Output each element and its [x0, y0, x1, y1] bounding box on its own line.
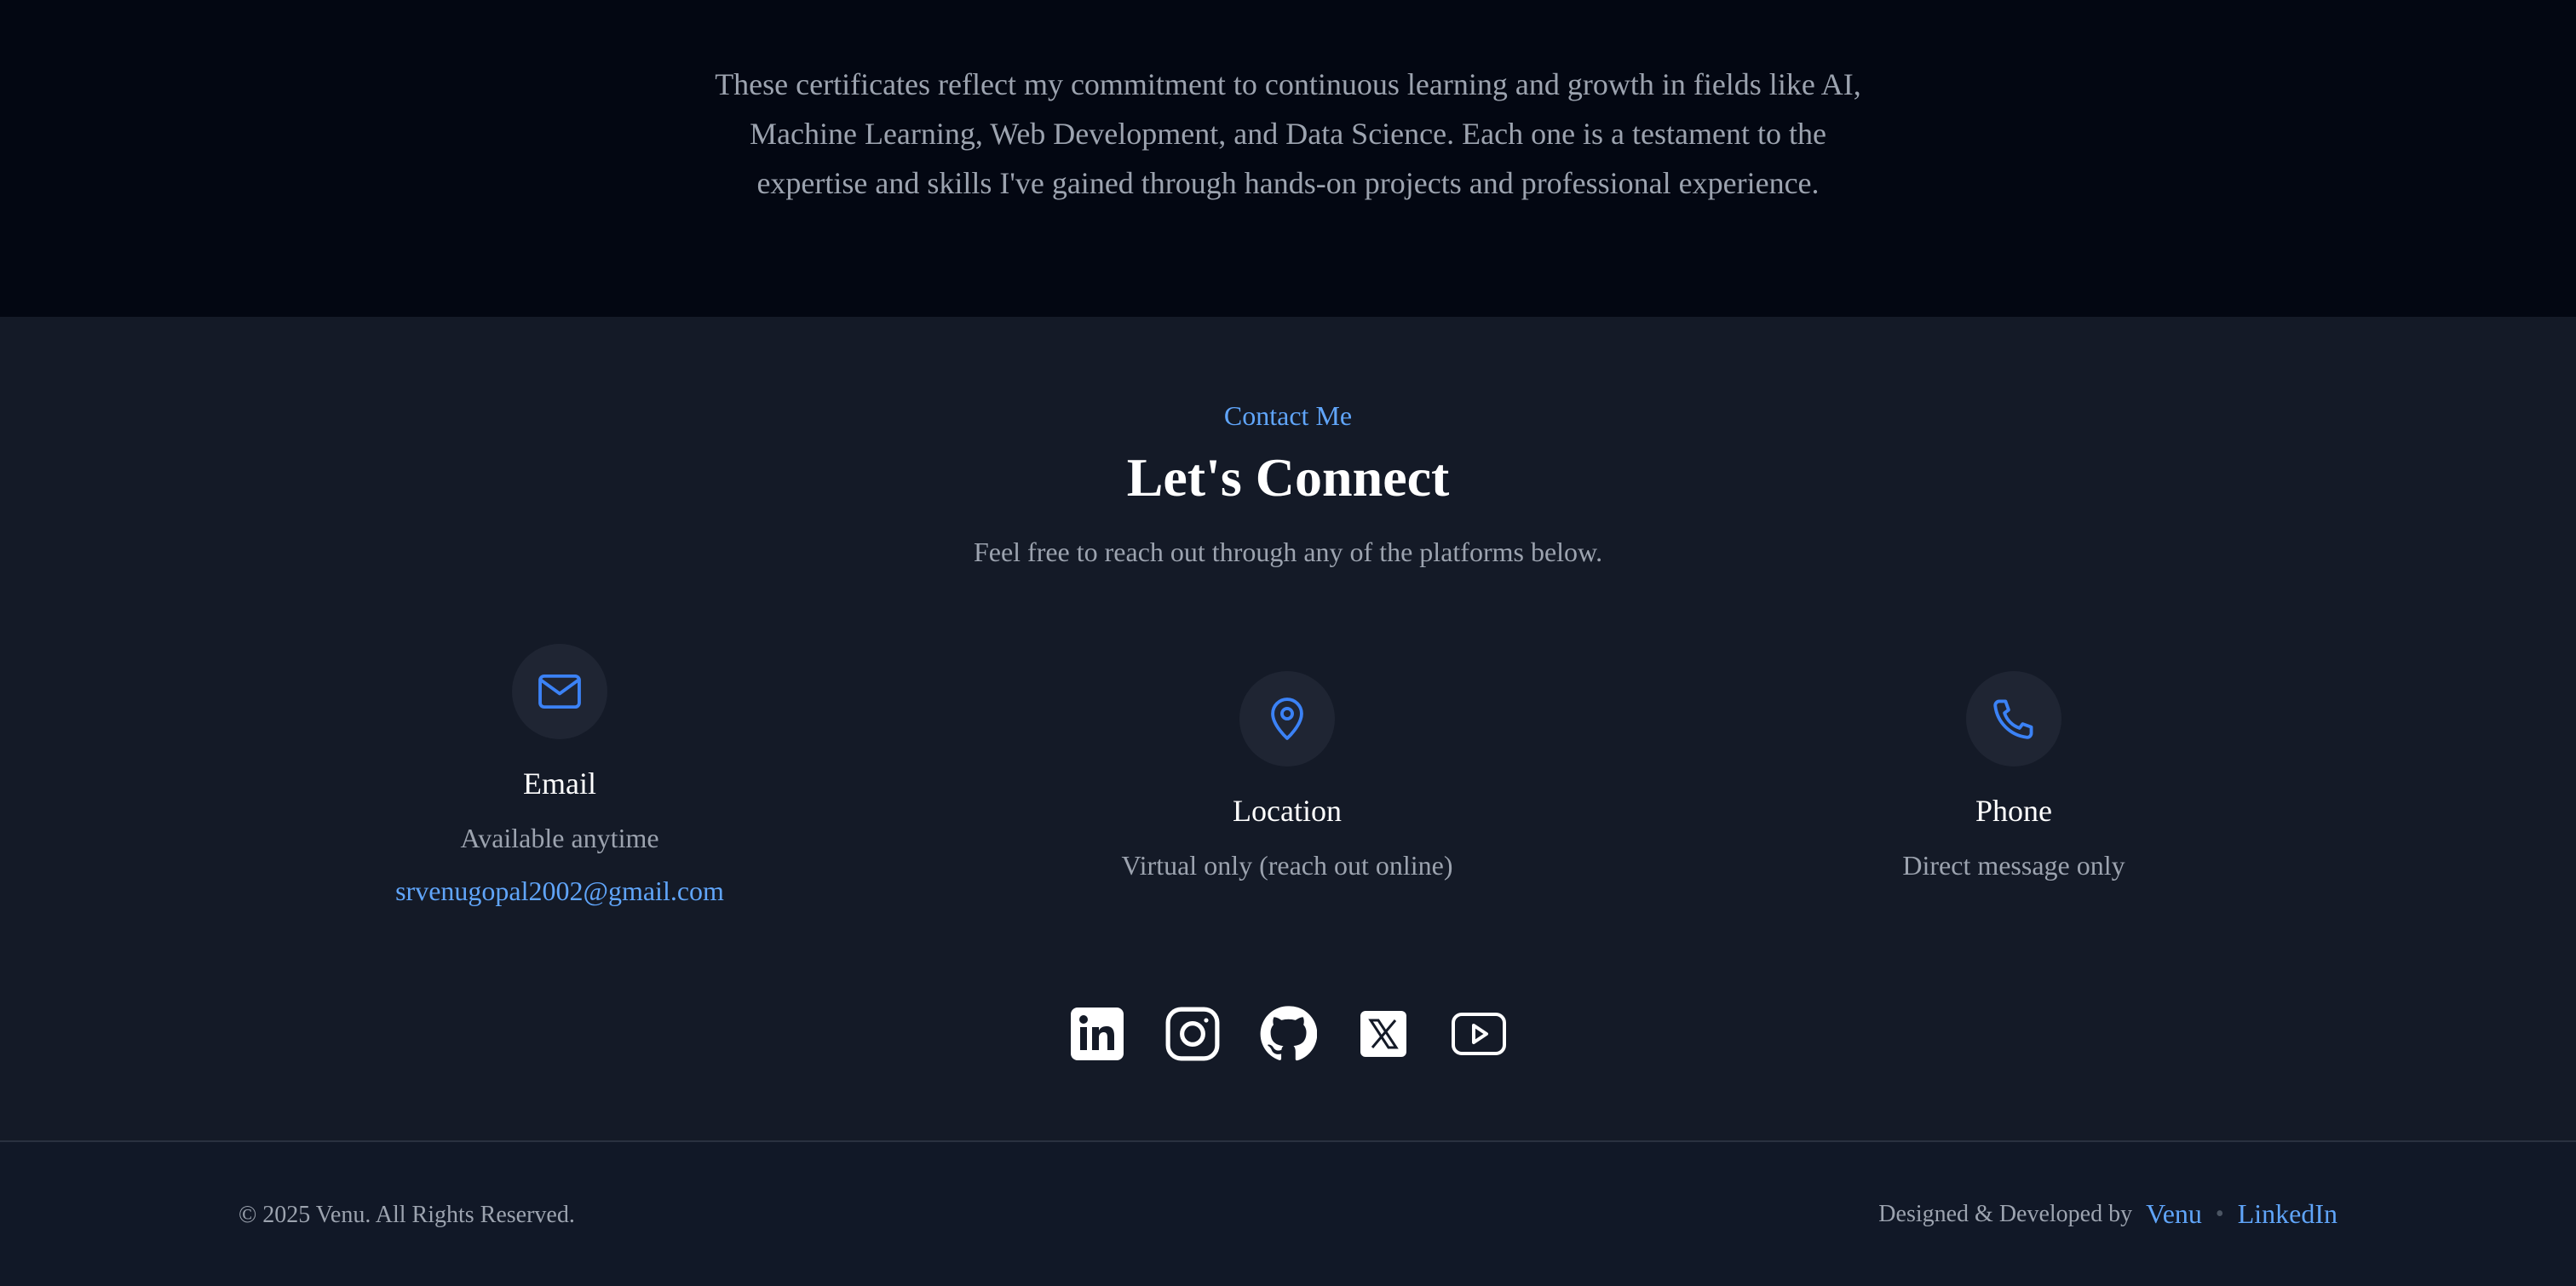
section-eyebrow: Contact Me — [1223, 400, 1353, 431]
phone-desc: Direct message only — [1902, 850, 2125, 881]
email-title: Email — [523, 766, 596, 801]
certificates-description: These certificates reflect my commitment… — [715, 67, 1861, 200]
section-heading: Let's Connect — [1126, 447, 1450, 508]
location-title: Location — [1233, 794, 1342, 828]
mail-icon — [512, 644, 607, 739]
certificates-section: These certificates reflect my commitment… — [0, 0, 2576, 317]
credit-name-link[interactable]: Venu — [2146, 1198, 2202, 1230]
phone-card: Phone Direct message only — [1758, 671, 2269, 882]
map-pin-icon — [1239, 671, 1335, 766]
credit-prefix: Designed & Developed by — [1878, 1200, 2133, 1227]
github-icon[interactable] — [1257, 1003, 1319, 1065]
location-desc: Virtual only (reach out online) — [1121, 850, 1453, 881]
phone-title: Phone — [1975, 794, 2052, 828]
email-desc: Available anytime — [460, 823, 659, 853]
email-link[interactable]: srvenugopal2002@gmail.com — [395, 874, 724, 908]
instagram-icon[interactable] — [1162, 1003, 1223, 1065]
phone-icon — [1966, 671, 2061, 766]
linkedin-icon[interactable] — [1067, 1003, 1128, 1065]
copyright-text: © 2025 Venu. All Rights Reserved. — [239, 1202, 575, 1228]
footer-credits: Designed & Developed by Venu • LinkedIn — [1878, 1198, 2337, 1230]
contact-section: Contact Me Let's Connect Feel free to re… — [0, 317, 2576, 1141]
email-card: Email Available anytime srvenugopal2002@… — [304, 644, 815, 908]
x-icon[interactable] — [1353, 1003, 1414, 1065]
credit-separator: • — [2215, 1200, 2224, 1227]
location-card: Location Virtual only (reach out online) — [1032, 671, 1543, 882]
social-links — [1067, 1003, 1509, 1065]
youtube-icon[interactable] — [1448, 1003, 1509, 1065]
footer: © 2025 Venu. All Rights Reserved. Design… — [0, 1142, 2576, 1286]
linkedin-link[interactable]: LinkedIn — [2238, 1198, 2337, 1230]
section-subheading: Feel free to reach out through any of th… — [973, 537, 1603, 567]
